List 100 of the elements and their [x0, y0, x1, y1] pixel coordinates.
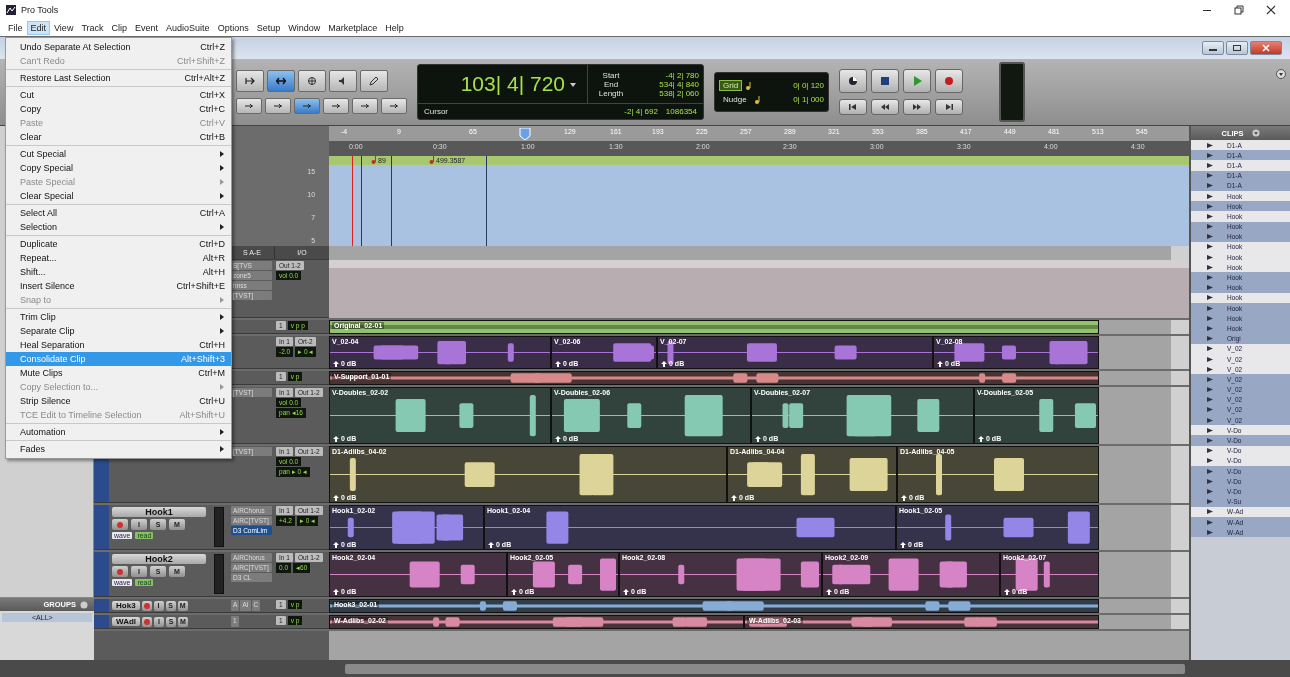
menu-item[interactable]: Setup [252, 21, 285, 35]
edit-mode-button[interactable] [352, 98, 378, 114]
go-to-end-button[interactable] [935, 99, 963, 115]
stop-button[interactable] [871, 69, 899, 93]
maximize-button[interactable] [1226, 41, 1248, 55]
edit-mode-button[interactable] [236, 98, 262, 114]
online-button[interactable] [839, 69, 867, 93]
play-button[interactable] [903, 69, 931, 93]
clip-gain-icon [333, 360, 340, 367]
menu-entry[interactable]: Cut Special [6, 147, 231, 161]
menu-entry[interactable]: Fades [6, 442, 231, 456]
record-icon [143, 602, 150, 609]
menu-entry[interactable]: Copy Special [6, 161, 231, 175]
menu-entry[interactable]: Shift... Alt+H [6, 265, 231, 279]
clip-gain-icon [333, 435, 340, 442]
menu-item[interactable]: Options [213, 21, 253, 35]
main-counter[interactable]: 103| 4| 720 [460, 72, 565, 96]
stop-icon [880, 76, 890, 86]
track-meter [214, 554, 225, 594]
submenu-arrow-icon [219, 296, 225, 304]
edit-mode-button[interactable] [265, 98, 291, 114]
trim-icon [276, 76, 286, 86]
track-name[interactable]: Hook1 [112, 507, 207, 517]
menu-entry[interactable]: Select All Ctrl+A [6, 206, 231, 220]
menu-item[interactable]: Window [284, 21, 325, 35]
menu-item[interactable]: View [50, 21, 78, 35]
grid-value[interactable]: 0| 0| 120 [793, 80, 824, 90]
record-button[interactable] [112, 519, 129, 530]
edit-mode-button[interactable] [294, 98, 320, 114]
tempo-note-icon [371, 156, 378, 164]
record-button[interactable] [141, 600, 152, 611]
menu-entry[interactable]: Trim Clip [6, 310, 231, 324]
track-name[interactable]: Hok3 [112, 601, 140, 610]
clip-gain-icon [555, 435, 562, 442]
record-button[interactable] [112, 566, 129, 577]
clip-gain-icon [901, 494, 908, 501]
menu-entry[interactable]: Mute Clips Ctrl+M [6, 366, 231, 380]
tempo-note-icon [429, 156, 436, 164]
menu-entry[interactable]: Heal Separation Ctrl+H [6, 338, 231, 352]
track-name[interactable]: WAdl [112, 617, 141, 626]
grid-mode-button[interactable]: Nudge [719, 93, 751, 105]
selection-value[interactable]: -4| 2| 780 [631, 70, 699, 80]
menu-item[interactable]: Marketplace [324, 21, 382, 35]
menu-entry[interactable]: Undo Separate At Selection Ctrl+Z [6, 40, 231, 54]
selection-label: Length [597, 88, 625, 98]
menu-entry[interactable]: Insert Silence Ctrl+Shift+E [6, 279, 231, 293]
menu-entry[interactable]: Duplicate Ctrl+D [6, 237, 231, 251]
edit-tool-button[interactable] [329, 70, 357, 92]
record-icon [944, 76, 954, 86]
track-name[interactable]: Hook2 [112, 554, 207, 564]
menu-entry[interactable]: Separate Clip [6, 324, 231, 338]
menu-entry[interactable]: Restore Last Selection Ctrl+Alt+Z [6, 71, 231, 85]
return-to-zero-button[interactable] [839, 99, 867, 115]
menu-item[interactable]: Help [381, 21, 408, 35]
edit-tool-button[interactable] [236, 70, 264, 92]
app-logo-icon [6, 5, 16, 15]
selection-value[interactable]: 534| 4| 840 [631, 79, 699, 89]
skip-back-icon [848, 102, 858, 112]
clip-gain-icon [978, 435, 985, 442]
sample-count: 1086354 [665, 107, 697, 116]
horizontal-scrollbar[interactable] [345, 663, 1185, 674]
fast-forward-button[interactable] [903, 99, 931, 115]
menu-item[interactable]: Edit [26, 21, 51, 35]
menu-item[interactable]: File [4, 21, 27, 35]
rewind-icon [880, 102, 890, 112]
menu-item[interactable]: AudioSuite [162, 21, 214, 35]
skip-forward-icon [944, 102, 954, 112]
edit-tool-button[interactable] [267, 70, 295, 92]
selection-value[interactable]: 538| 2| 060 [631, 88, 699, 98]
menu-entry[interactable]: Automation [6, 425, 231, 439]
menu-entry[interactable]: Selection [6, 220, 231, 234]
menu-entry[interactable]: Cut Ctrl+X [6, 88, 231, 102]
clip-gain-icon [511, 588, 518, 595]
clip-gain-icon [555, 360, 562, 367]
menu-entry[interactable]: Strip Silence Ctrl+U [6, 394, 231, 408]
edit-tool-button[interactable] [360, 70, 388, 92]
menu-entry[interactable]: Clear Special [6, 189, 231, 203]
clip-gain-icon [623, 588, 630, 595]
mode-icon [360, 101, 370, 111]
minimize-button[interactable] [1202, 41, 1224, 55]
dropdown-caret-icon [569, 80, 577, 88]
menu-entry[interactable]: Copy Ctrl+C [6, 102, 231, 116]
record-button[interactable] [142, 616, 153, 627]
close-button[interactable] [1250, 41, 1282, 55]
arrow-icon [245, 76, 255, 86]
edit-tool-button[interactable] [298, 70, 326, 92]
submenu-arrow-icon [219, 383, 225, 391]
fast-forward-icon [912, 102, 922, 112]
menu-item[interactable]: Clip [107, 21, 132, 35]
edit-mode-button[interactable] [381, 98, 407, 114]
grid-mode-button[interactable]: Grid [719, 79, 743, 91]
menu-item[interactable]: Track [77, 21, 108, 35]
clip-gain-icon [333, 588, 340, 595]
menu-entry[interactable]: Repeat... Alt+R [6, 251, 231, 265]
rewind-button[interactable] [871, 99, 899, 115]
grid-value[interactable]: 0| 1| 000 [793, 94, 824, 104]
edit-mode-button[interactable] [323, 98, 349, 114]
record-button[interactable] [935, 69, 963, 93]
menu-entry[interactable]: Clear Ctrl+B [6, 130, 231, 144]
menu-item[interactable]: Event [131, 21, 163, 35]
